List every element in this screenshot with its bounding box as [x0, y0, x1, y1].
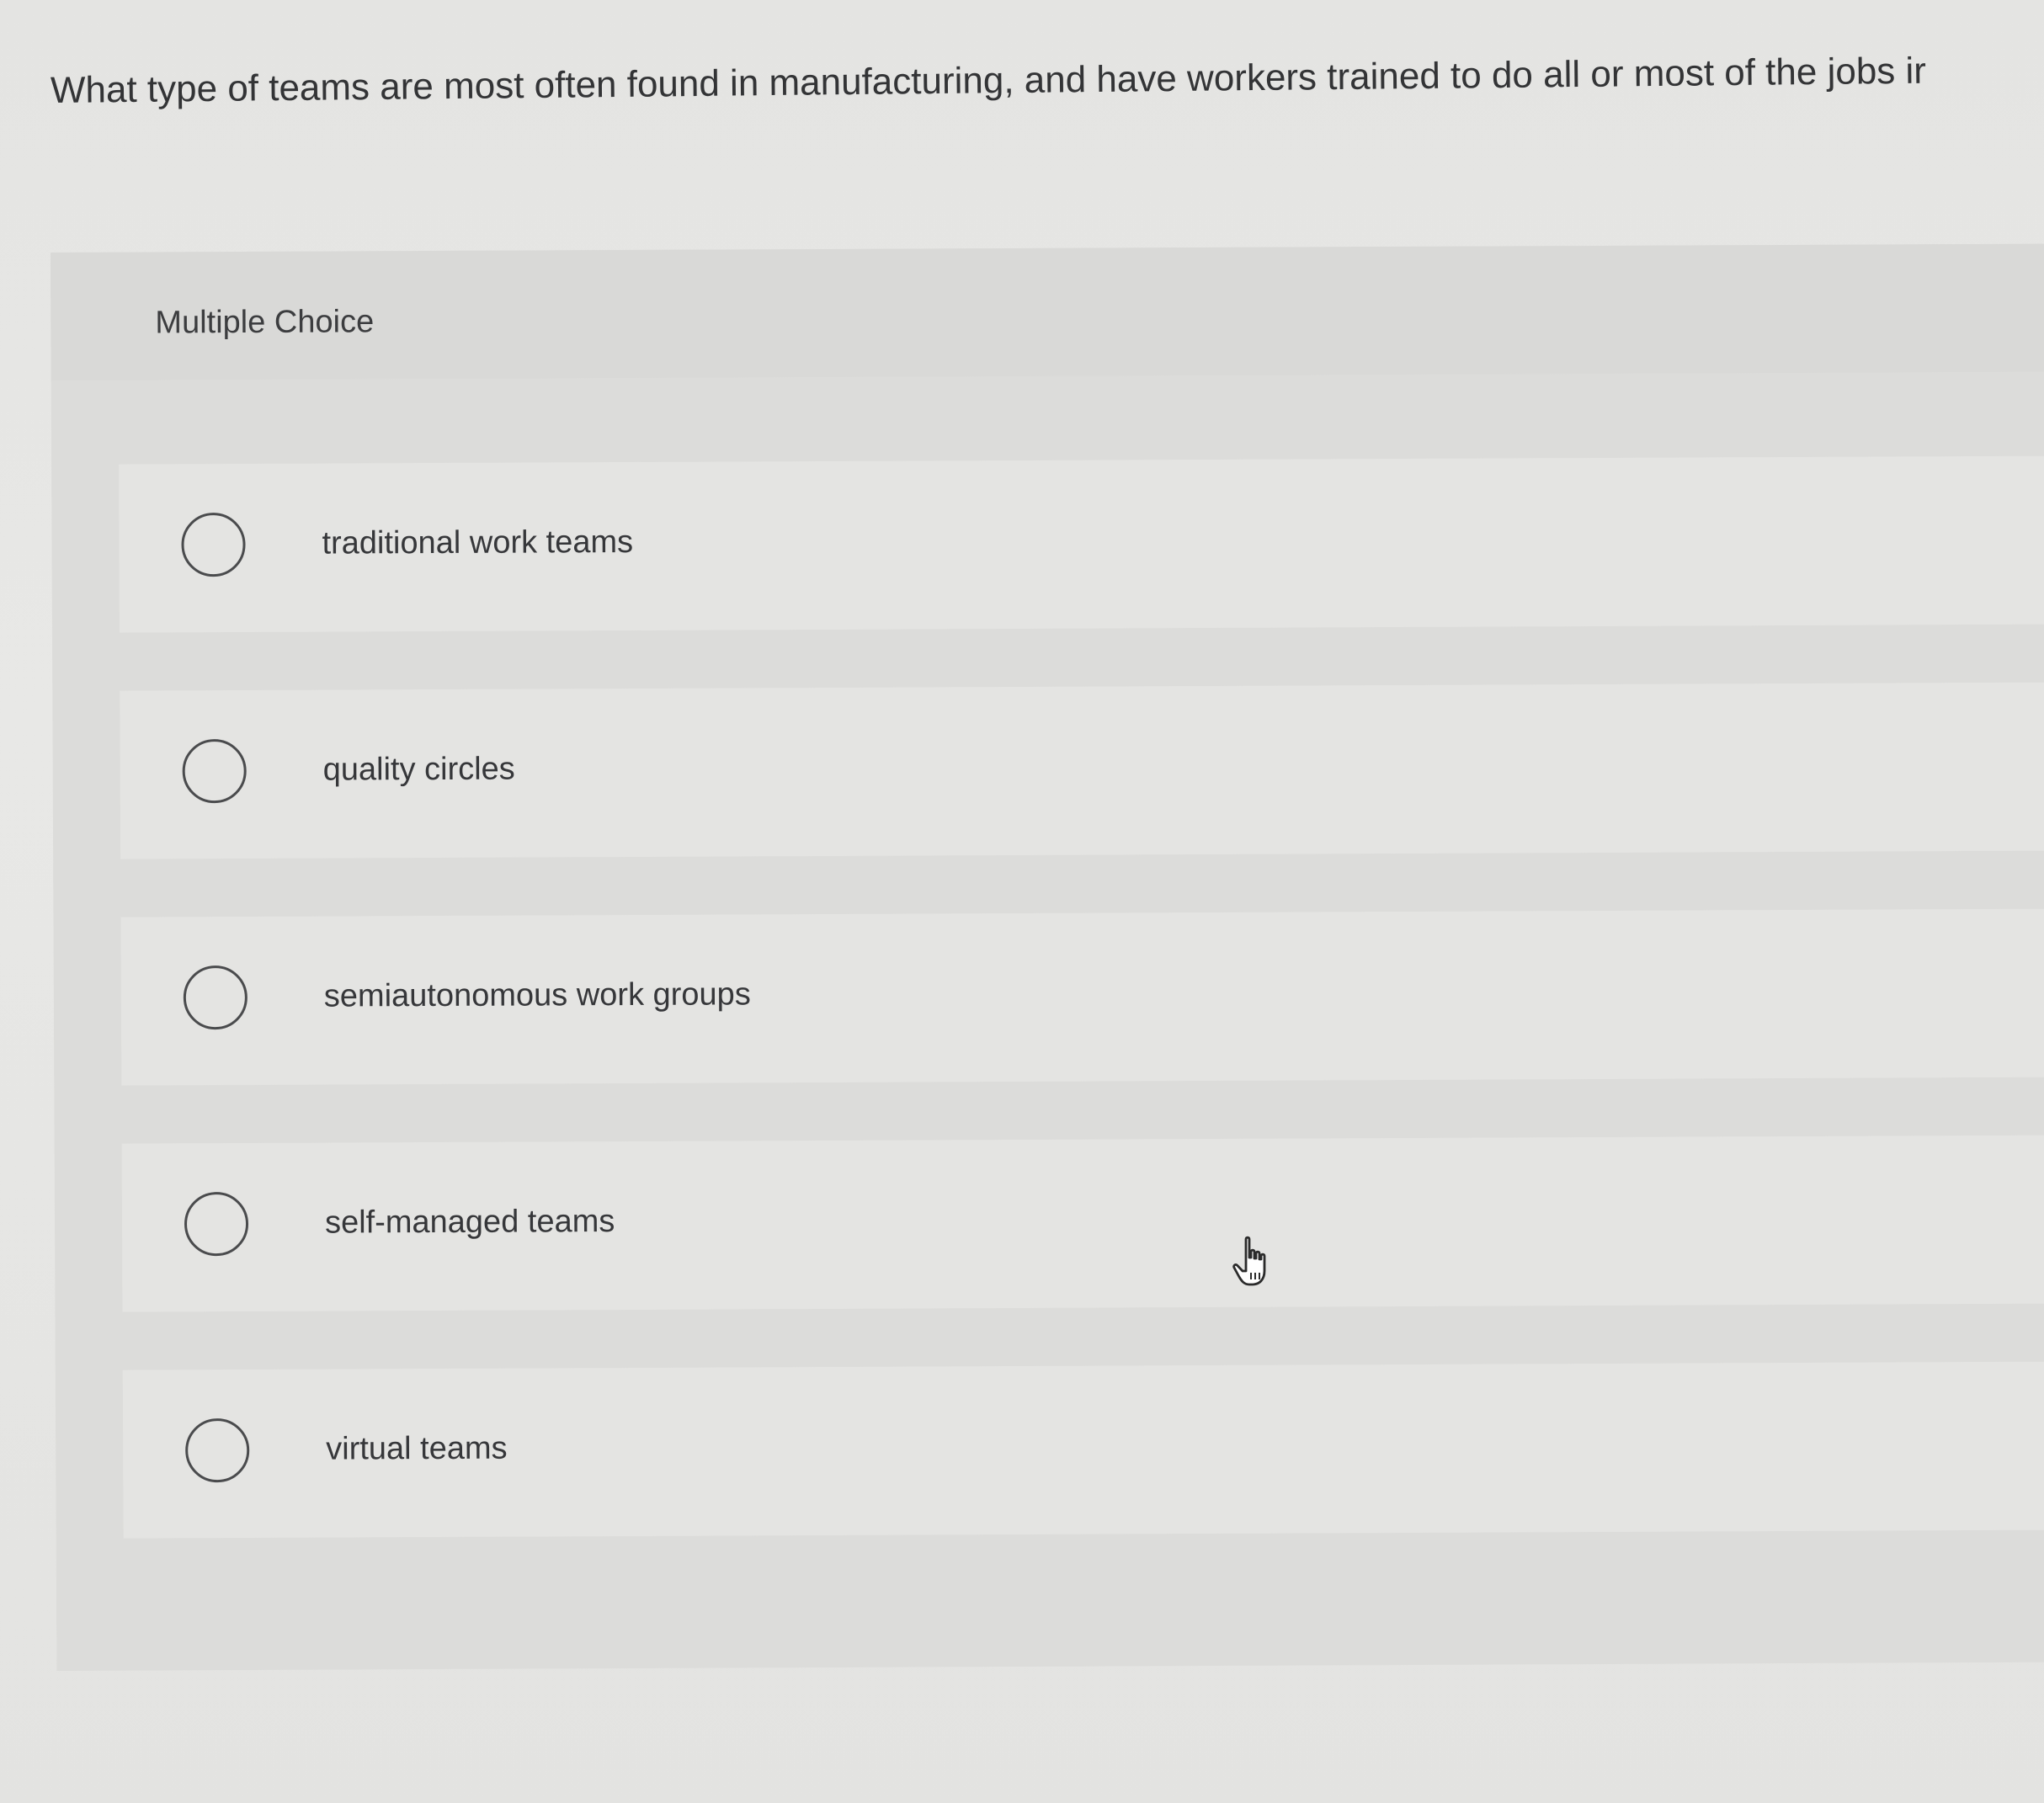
question-type-label: Multiple Choice [155, 304, 375, 341]
answer-option[interactable]: semiautonomous work groups [120, 908, 2044, 1086]
answer-option-label[interactable]: self-managed teams [325, 1200, 615, 1244]
radio-button[interactable] [184, 1191, 249, 1257]
answer-option[interactable]: traditional work teams [119, 455, 2044, 633]
panel-header: Multiple Choice [51, 243, 2044, 380]
answer-option-label[interactable]: traditional work teams [322, 521, 633, 565]
radio-button[interactable] [182, 738, 247, 804]
answer-option-label[interactable]: virtual teams [326, 1428, 508, 1471]
radio-button[interactable] [181, 512, 246, 577]
answer-options: traditional work teams quality circles s… [119, 455, 2044, 1597]
pointer-hand-icon [1232, 1236, 1266, 1286]
multiple-choice-panel: Multiple Choice traditional work teams q… [51, 243, 2044, 1671]
radio-button[interactable] [183, 965, 248, 1030]
answer-option-label[interactable]: semiautonomous work groups [324, 973, 751, 1017]
question-text: What type of teams are most often found … [50, 50, 1927, 111]
answer-option[interactable]: virtual teams [122, 1361, 2044, 1539]
answer-option-label[interactable]: quality circles [323, 748, 515, 791]
answer-option[interactable]: quality circles [120, 682, 2044, 859]
radio-button[interactable] [185, 1417, 250, 1483]
answer-option[interactable]: self-managed teams [121, 1135, 2044, 1312]
